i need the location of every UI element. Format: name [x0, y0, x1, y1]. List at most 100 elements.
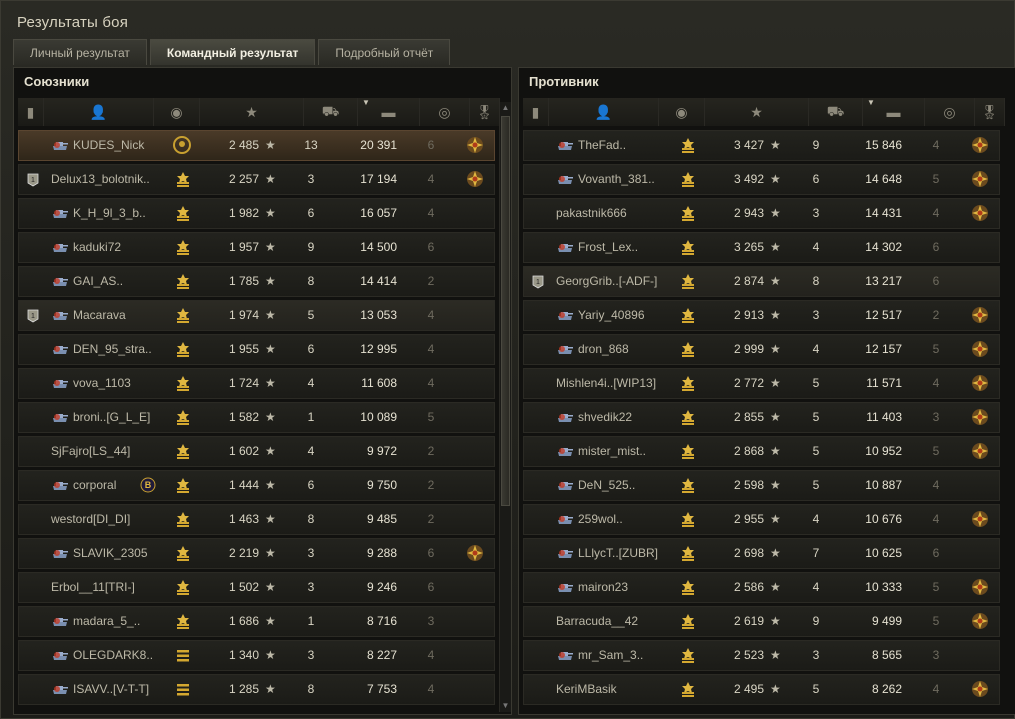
medal-icon[interactable] [970, 135, 990, 155]
player-name[interactable]: vova_1103 [73, 369, 167, 398]
platoon-header-column[interactable]: ▮ [523, 98, 549, 126]
player-row[interactable]: Erbol__11[TRI-] 1 502 ★ 3 9 246 6 [18, 572, 495, 603]
player-row[interactable]: 1 GeorgGrib..[-ADF-] 2 874 ★ 8 13 217 6 [523, 266, 1000, 297]
scroll-up-icon[interactable]: ▲ [500, 102, 511, 114]
player-name[interactable]: mairon23 [578, 573, 672, 602]
player-row[interactable]: corporal B 1 444 ★ 6 9 750 2 [18, 470, 495, 501]
player-name[interactable]: GeorgGrib..[-ADF-] [556, 267, 672, 296]
platoon-header-column[interactable]: ▮ [18, 98, 44, 126]
scroll-down-icon[interactable]: ▼ [500, 700, 511, 712]
player-row[interactable]: SjFajro[LS_44] 1 602 ★ 4 9 972 2 [18, 436, 495, 467]
tab-team[interactable]: Командный результат [149, 39, 316, 65]
player-row[interactable]: Mishlen4i..[WIP13] 2 772 ★ 5 11 571 4 [523, 368, 1000, 399]
player-name[interactable]: LLlycT..[ZUBR] [578, 539, 672, 568]
player-row[interactable]: LLlycT..[ZUBR] 2 698 ★ 7 10 625 6 [523, 538, 1000, 569]
player-row[interactable]: TheFad.. 3 427 ★ 9 15 846 4 [523, 130, 1000, 161]
player-row[interactable]: mr_Sam_3.. 2 523 ★ 3 8 565 3 [523, 640, 1000, 671]
medal-icon[interactable] [970, 441, 990, 461]
player-name[interactable]: mr_Sam_3.. [578, 641, 672, 670]
spotted-header-column[interactable]: ◎ [925, 98, 975, 126]
player-row[interactable]: madara_5_.. 1 686 ★ 1 8 716 3 [18, 606, 495, 637]
player-row[interactable]: 1 Macarava 1 974 ★ 5 13 053 4 [18, 300, 495, 331]
kills-header-column[interactable]: ⛟ [809, 98, 863, 126]
player-row[interactable]: GAI_AS.. 1 785 ★ 8 14 414 2 [18, 266, 495, 297]
player-name[interactable]: SLAVIK_2305 [73, 539, 167, 568]
player-name[interactable]: Barracuda__42 [556, 607, 672, 636]
player-row[interactable]: K_H_9l_3_b.. 1 982 ★ 6 16 057 4 [18, 198, 495, 229]
medals-header-column[interactable]: 🎖 [470, 98, 500, 126]
player-name[interactable]: ISAVV..[V-T-T] [73, 675, 167, 704]
medal-icon[interactable] [970, 577, 990, 597]
medal-icon[interactable] [970, 373, 990, 393]
medal-icon[interactable] [970, 679, 990, 699]
player-name[interactable]: madara_5_.. [73, 607, 167, 636]
rank-header-column[interactable]: ◉ [154, 98, 200, 126]
player-row[interactable]: DeN_525.. 2 598 ★ 5 10 887 4 [523, 470, 1000, 501]
tab-personal[interactable]: Личный результат [13, 39, 147, 65]
player-row[interactable]: westord[DI_DI] 1 463 ★ 8 9 485 2 [18, 504, 495, 535]
player-name[interactable]: mister_mist.. [578, 437, 672, 466]
spotted-header-column[interactable]: ◎ [420, 98, 470, 126]
player-name[interactable]: KUDES_Nick [73, 131, 167, 160]
player-name[interactable]: westord[DI_DI] [51, 505, 167, 534]
allies-scrollbar[interactable]: ▲ ▼ [499, 102, 511, 712]
experience-header-column[interactable]: ★ [705, 98, 809, 126]
medal-icon[interactable] [970, 407, 990, 427]
player-name[interactable]: pakastnik666 [556, 199, 672, 228]
player-row[interactable]: Frost_Lex.. 3 265 ★ 4 14 302 6 [523, 232, 1000, 263]
player-name[interactable]: SjFajro[LS_44] [51, 437, 167, 466]
player-name[interactable]: Vovanth_381.. [578, 165, 672, 194]
tab-detailed[interactable]: Подробный отчёт [318, 39, 451, 65]
player-row[interactable]: OLEGDARK8.. 1 340 ★ 3 8 227 4 [18, 640, 495, 671]
experience-header-column[interactable]: ★ [200, 98, 304, 126]
damage-header-column[interactable]: ▬ ▼ [863, 98, 925, 126]
player-row[interactable]: Yariy_40896 2 913 ★ 3 12 517 2 [523, 300, 1000, 331]
player-header-column[interactable]: 👤 [549, 98, 659, 126]
player-row[interactable]: mister_mist.. 2 868 ★ 5 10 952 5 [523, 436, 1000, 467]
player-name[interactable]: K_H_9l_3_b.. [73, 199, 167, 228]
player-row[interactable]: shvedik22 2 855 ★ 5 11 403 3 [523, 402, 1000, 433]
player-row[interactable]: kaduki72 1 957 ★ 9 14 500 6 [18, 232, 495, 263]
medal-icon[interactable] [970, 305, 990, 325]
medal-icon[interactable] [465, 169, 485, 189]
player-row[interactable]: 1 Delux13_bolotnik.. 2 257 ★ 3 17 194 4 [18, 164, 495, 195]
scroll-thumb[interactable] [501, 116, 510, 506]
medal-icon[interactable] [970, 169, 990, 189]
player-name[interactable]: GAI_AS.. [73, 267, 167, 296]
player-name[interactable]: Mishlen4i..[WIP13] [556, 369, 672, 398]
player-row[interactable]: 259wol.. 2 955 ★ 4 10 676 4 [523, 504, 1000, 535]
medal-icon[interactable] [465, 543, 485, 563]
player-name[interactable]: KeriMBasik [556, 675, 672, 704]
player-row[interactable]: KUDES_Nick 2 485 ★ 13 20 391 6 [18, 130, 495, 161]
player-name[interactable]: DEN_95_stra.. [73, 335, 167, 364]
medals-header-column[interactable]: 🎖 [975, 98, 1005, 126]
player-header-column[interactable]: 👤 [44, 98, 154, 126]
player-name[interactable]: 259wol.. [578, 505, 672, 534]
player-row[interactable]: dron_868 2 999 ★ 4 12 157 5 [523, 334, 1000, 365]
player-row[interactable]: Vovanth_381.. 3 492 ★ 6 14 648 5 [523, 164, 1000, 195]
medal-icon[interactable] [970, 611, 990, 631]
player-row[interactable]: mairon23 2 586 ★ 4 10 333 5 [523, 572, 1000, 603]
player-name[interactable]: shvedik22 [578, 403, 672, 432]
rank-header-column[interactable]: ◉ [659, 98, 705, 126]
player-row[interactable]: KeriMBasik 2 495 ★ 5 8 262 4 [523, 674, 1000, 705]
player-name[interactable]: TheFad.. [578, 131, 672, 160]
player-name[interactable]: Macarava [73, 301, 167, 330]
player-row[interactable]: SLAVIK_2305 2 219 ★ 3 9 288 6 [18, 538, 495, 569]
player-name[interactable]: dron_868 [578, 335, 672, 364]
kills-header-column[interactable]: ⛟ [304, 98, 358, 126]
player-name[interactable]: Yariy_40896 [578, 301, 672, 330]
player-name[interactable]: OLEGDARK8.. [73, 641, 167, 670]
player-name[interactable]: Erbol__11[TRI-] [51, 573, 167, 602]
medal-icon[interactable] [970, 509, 990, 529]
player-row[interactable]: ISAVV..[V-T-T] 1 285 ★ 8 7 753 4 [18, 674, 495, 705]
player-name[interactable]: broni..[G_L_E] [73, 403, 167, 432]
player-name[interactable]: kaduki72 [73, 233, 167, 262]
player-row[interactable]: vova_1103 1 724 ★ 4 11 608 4 [18, 368, 495, 399]
player-name[interactable]: DeN_525.. [578, 471, 672, 500]
player-name[interactable]: Delux13_bolotnik.. [51, 165, 167, 194]
player-row[interactable]: Barracuda__42 2 619 ★ 9 9 499 5 [523, 606, 1000, 637]
player-row[interactable]: pakastnik666 2 943 ★ 3 14 431 4 [523, 198, 1000, 229]
player-name[interactable]: Frost_Lex.. [578, 233, 672, 262]
medal-icon[interactable] [970, 203, 990, 223]
